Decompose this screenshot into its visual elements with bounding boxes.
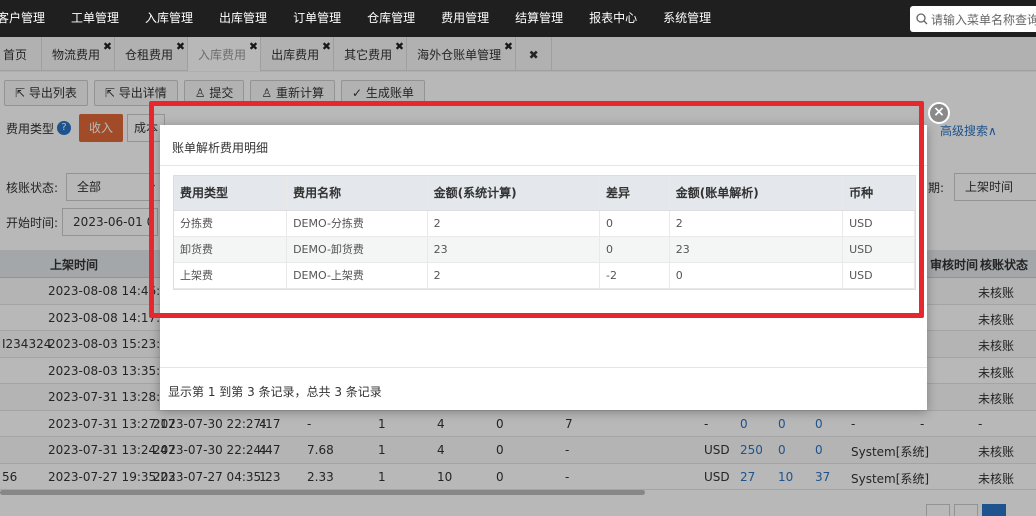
close-icon: × bbox=[933, 104, 945, 120]
nav-item[interactable]: 客户管理 bbox=[0, 0, 58, 37]
detail-cell: 0 bbox=[599, 210, 670, 237]
main-menu: 客户管理 工单管理 入库管理 出库管理 订单管理 仓库管理 费用管理 结算管理 报表中心 系统管理 bbox=[0, 0, 724, 37]
detail-row: 分拣费 DEMO-分拣费 2 0 2 USD bbox=[174, 210, 915, 237]
record-count: 显示第 1 到第 3 条记录，总共 3 条记录 bbox=[168, 385, 382, 399]
detail-column-header: 金额(账单解析) bbox=[669, 176, 844, 211]
nav-item[interactable]: 系统管理 bbox=[650, 0, 724, 37]
nav-item[interactable]: 入库管理 bbox=[132, 0, 206, 37]
modal-close-button[interactable]: × bbox=[928, 102, 950, 124]
detail-column-header: 差异 bbox=[599, 176, 670, 211]
detail-cell: 分拣费 bbox=[174, 210, 288, 237]
search-icon bbox=[916, 13, 928, 25]
detail-row: 卸货费 DEMO-卸货费 23 0 23 USD bbox=[174, 236, 915, 263]
nav-item[interactable]: 仓库管理 bbox=[354, 0, 428, 37]
detail-cell: 0 bbox=[599, 236, 670, 263]
detail-cell: 23 bbox=[669, 236, 844, 263]
nav-item[interactable]: 费用管理 bbox=[428, 0, 502, 37]
nav-item[interactable]: 出库管理 bbox=[206, 0, 280, 37]
nav-item[interactable]: 报表中心 bbox=[576, 0, 650, 37]
detail-cell: 2 bbox=[427, 262, 601, 289]
detail-column-header: 币种 bbox=[842, 176, 915, 211]
top-nav: 客户管理 工单管理 入库管理 出库管理 订单管理 仓库管理 费用管理 结算管理 报表中心 系统管理… bbox=[0, 0, 1036, 37]
detail-table-body: 分拣费 DEMO-分拣费 2 0 2 USD 卸货费 DEMO-卸货费 23 0 23 USD 上架费 D… bbox=[174, 210, 915, 289]
detail-cell: 2 bbox=[669, 210, 844, 237]
detail-table: 费用类型 费用名称 金额(系统计算) 差异 金额(账单解析) 币种 分拣费 DEMO-分拣费… bbox=[173, 175, 916, 290]
detail-column-header: 费用名称 bbox=[286, 176, 428, 211]
modal-divider bbox=[160, 165, 927, 166]
modal-title: 账单解析费用明细 bbox=[172, 141, 269, 155]
detail-cell: DEMO-上架费 bbox=[286, 262, 428, 289]
bill-detail-modal: 账单解析费用明细 费用类型 费用名称 金额(系统计算) 差异 金额(账单解析) 币种 分拣… bbox=[160, 125, 927, 410]
detail-cell: 卸货费 bbox=[174, 236, 288, 263]
nav-item[interactable]: 结算管理 bbox=[502, 0, 576, 37]
detail-cell: USD bbox=[842, 236, 915, 263]
detail-cell: DEMO-卸货费 bbox=[286, 236, 428, 263]
search-placeholder: 请输入菜单名称查询 bbox=[931, 12, 1036, 27]
detail-cell: 23 bbox=[427, 236, 601, 263]
detail-cell: 0 bbox=[669, 262, 844, 289]
detail-table-header: 费用类型 费用名称 金额(系统计算) 差异 金额(账单解析) 币种 bbox=[174, 176, 915, 211]
detail-cell: 上架费 bbox=[174, 262, 288, 289]
detail-cell: USD bbox=[842, 210, 915, 237]
nav-item[interactable]: 订单管理 bbox=[280, 0, 354, 37]
modal-footer-divider bbox=[160, 367, 927, 368]
detail-row: 上架费 DEMO-上架费 2 -2 0 USD bbox=[174, 262, 915, 289]
detail-cell: USD bbox=[842, 262, 915, 289]
nav-item[interactable]: 工单管理 bbox=[58, 0, 132, 37]
detail-cell: -2 bbox=[599, 262, 670, 289]
detail-column-header: 金额(系统计算) bbox=[427, 176, 601, 211]
detail-cell: 2 bbox=[427, 210, 601, 237]
detail-cell: DEMO-分拣费 bbox=[286, 210, 428, 237]
detail-column-header: 费用类型 bbox=[174, 176, 288, 211]
menu-search[interactable]: 请输入菜单名称查询 bbox=[910, 6, 1036, 32]
